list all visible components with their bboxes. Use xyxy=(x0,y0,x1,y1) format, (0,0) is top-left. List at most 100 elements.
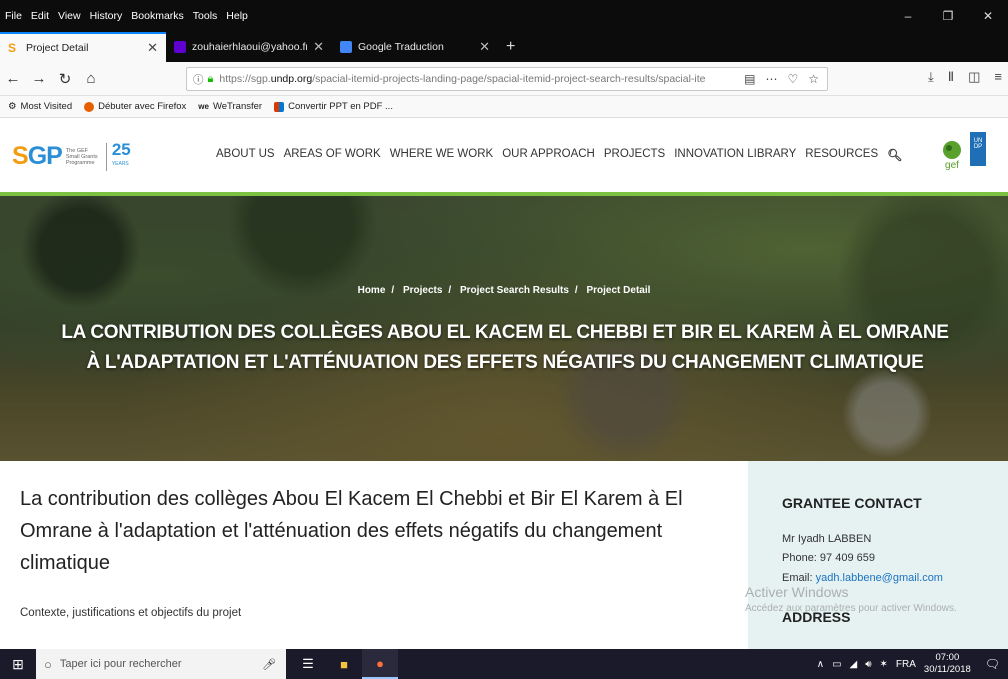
reader-view-icon[interactable]: ▤ xyxy=(744,72,755,86)
ppt-icon xyxy=(274,101,285,112)
breadcrumb-current: Project Detail xyxy=(586,285,651,296)
breadcrumb-projects[interactable]: Projects xyxy=(403,285,442,296)
info-icon[interactable]: ⓘ xyxy=(193,72,204,87)
library-icon[interactable]: Ⅱ xyxy=(948,69,954,85)
taskbar-search-placeholder: Taper ici pour rechercher xyxy=(59,658,182,670)
task-view-icon[interactable]: ☰ xyxy=(290,649,326,679)
bookmark-most-visited[interactable]: ⚙ Most Visited xyxy=(8,101,72,112)
page-actions-icon[interactable]: ⋯ xyxy=(765,72,777,86)
close-tab-icon[interactable]: ✕ xyxy=(313,39,324,55)
email-label: Email: xyxy=(782,572,816,584)
main-navigation: ABOUT US AREAS OF WORK WHERE WE WORK OUR… xyxy=(216,148,902,162)
sgp-logo[interactable]: SGP The GEF Small Grants Programme 25 YEA… xyxy=(12,141,131,171)
taskbar-apps: ☰ ■ ● xyxy=(290,649,398,679)
nav-about-us[interactable]: ABOUT US xyxy=(216,148,275,162)
menu-history[interactable]: History xyxy=(90,10,123,22)
bookmarks-toolbar: ⚙ Most Visited Débuter avec Firefox we W… xyxy=(0,96,1008,118)
site-header: SGP The GEF Small Grants Programme 25 YEA… xyxy=(0,118,1008,196)
close-tab-icon[interactable]: ✕ xyxy=(147,40,158,56)
bookmark-label: Convertir PPT en PDF ... xyxy=(288,101,393,112)
contact-name: Mr Iyadh LABBEN xyxy=(782,533,872,545)
hamburger-menu-icon[interactable]: ≡ xyxy=(994,69,1002,85)
url-bar[interactable]: ⓘ 🔒︎ https://sgp.undp.org/spacial-itemid… xyxy=(186,67,828,91)
breadcrumb-search-results[interactable]: Project Search Results xyxy=(460,285,569,296)
new-tab-button[interactable]: + xyxy=(498,32,523,62)
microphone-icon[interactable]: 🎤︎ xyxy=(262,658,276,671)
language-indicator[interactable]: FRA xyxy=(896,659,916,670)
minimize-button[interactable]: – xyxy=(888,9,928,23)
firefox-taskbar-icon[interactable]: ● xyxy=(362,649,398,679)
tab-title: Project Detail xyxy=(26,42,89,54)
bookmark-label: Débuter avec Firefox xyxy=(98,101,187,112)
svg-text:gef: gef xyxy=(945,160,959,170)
google-translate-favicon-icon xyxy=(340,41,352,53)
system-tray: ∧ ▭ ◢ 🔊︎ ✶ FRA 07:00 30/11/2018 🗨︎ xyxy=(817,652,1008,676)
search-icon[interactable]: 🔍︎ xyxy=(887,148,902,162)
bookmark-star-icon[interactable]: ☆ xyxy=(808,72,819,86)
contact-email-row: Email: yadh.labbene@gmail.com xyxy=(782,572,943,584)
browser-menubar: File Edit View History Bookmarks Tools H… xyxy=(0,0,1008,32)
forward-icon[interactable]: → xyxy=(26,70,52,87)
battery-icon[interactable]: ▭ xyxy=(832,659,841,670)
menu-tools[interactable]: Tools xyxy=(193,10,218,22)
file-explorer-icon[interactable]: ■ xyxy=(326,649,362,679)
notifications-icon[interactable]: 🗨︎ xyxy=(985,657,1000,671)
gef-logo-icon[interactable]: gef xyxy=(940,140,964,170)
taskbar-search-box[interactable]: ○ Taper ici pour rechercher 🎤︎ xyxy=(36,649,286,679)
back-icon[interactable]: ← xyxy=(0,70,26,87)
logo-tagline: The GEF Small Grants Programme xyxy=(65,147,98,166)
hero-title: LA CONTRIBUTION DES COLLÈGES ABOU EL KAC… xyxy=(61,322,949,373)
navigation-toolbar: ← → ↻ ⌂ ⓘ 🔒︎ https://sgp.undp.org/spacia… xyxy=(0,62,1008,96)
clock-date: 30/11/2018 xyxy=(923,664,971,675)
maximize-button[interactable]: ❐ xyxy=(928,9,968,23)
toolbar-right: ⤓ Ⅱ ◫ ≡ xyxy=(928,69,1002,85)
bookmark-firefox[interactable]: Débuter avec Firefox xyxy=(84,101,186,112)
cortana-icon: ○ xyxy=(44,656,52,672)
menu-edit[interactable]: Edit xyxy=(31,10,49,22)
nav-innovation-library[interactable]: INNOVATION LIBRARY xyxy=(674,148,796,162)
yahoo-favicon-icon xyxy=(174,41,186,53)
lock-icon[interactable]: 🔒︎ xyxy=(208,73,214,86)
volume-icon[interactable]: 🔊︎ xyxy=(865,659,871,670)
home-icon[interactable]: ⌂ xyxy=(78,70,104,87)
tab-project-detail[interactable]: S Project Detail ✕ xyxy=(0,32,166,62)
close-window-button[interactable]: ✕ xyxy=(968,9,1008,23)
url-text: https://sgp.undp.org/spacial-itemid-proj… xyxy=(219,73,706,85)
sgp-wordmark: SGP xyxy=(12,142,63,170)
breadcrumb-home[interactable]: Home xyxy=(358,285,386,296)
nav-resources[interactable]: RESOURCES xyxy=(805,148,878,162)
close-tab-icon[interactable]: ✕ xyxy=(479,39,490,55)
window-controls: – ❐ ✕ xyxy=(888,9,1008,23)
pocket-icon[interactable]: ♡ xyxy=(787,72,798,86)
bookmark-wetransfer[interactable]: we WeTransfer xyxy=(198,101,262,112)
project-heading: La contribution des collèges Abou El Kac… xyxy=(20,488,683,574)
menu-help[interactable]: Help xyxy=(226,10,248,22)
breadcrumb: Home / Projects / Project Search Results / … xyxy=(0,285,1008,296)
tab-google-translate[interactable]: Google Traduction ✕ xyxy=(332,32,498,62)
clock[interactable]: 07:00 30/11/2018 xyxy=(924,652,971,676)
show-hidden-icons-icon[interactable]: ∧ xyxy=(817,659,824,670)
reload-icon[interactable]: ↻ xyxy=(52,70,78,88)
menu-view[interactable]: View xyxy=(58,10,81,22)
nav-projects[interactable]: PROJECTS xyxy=(604,148,665,162)
email-link[interactable]: yadh.labbene@gmail.com xyxy=(816,572,943,584)
nav-areas-of-work[interactable]: AREAS OF WORK xyxy=(284,148,381,162)
download-icon[interactable]: ⤓ xyxy=(928,69,934,85)
network-icon[interactable]: ◢ xyxy=(850,659,858,670)
tab-yahoo-mail[interactable]: zouhaierhlaoui@yahoo.fr - Yah ✕ xyxy=(166,32,332,62)
sidebar-icon[interactable]: ◫ xyxy=(968,69,980,85)
activate-windows-watermark: Activer Windows Accédez aux paramètres p… xyxy=(745,584,957,614)
watermark-subtitle: Accédez aux paramètres pour activer Wind… xyxy=(745,603,957,614)
menu-file[interactable]: File xyxy=(5,10,22,22)
undp-logo-icon[interactable]: UN DP xyxy=(970,132,986,166)
bookmark-convertir[interactable]: Convertir PPT en PDF ... xyxy=(274,101,393,112)
menu-bookmarks[interactable]: Bookmarks xyxy=(131,10,184,22)
nav-our-approach[interactable]: OUR APPROACH xyxy=(502,148,595,162)
breadcrumb-separator: / xyxy=(448,285,452,296)
contact-phone: Phone: 97 409 659 xyxy=(782,552,875,564)
bluetooth-icon[interactable]: ✶ xyxy=(880,659,888,670)
breadcrumb-separator: / xyxy=(391,285,395,296)
windows-start-icon[interactable]: ⊞ xyxy=(0,656,36,673)
nav-where-we-work[interactable]: WHERE WE WORK xyxy=(390,148,494,162)
menu-items: File Edit View History Bookmarks Tools H… xyxy=(0,10,248,22)
